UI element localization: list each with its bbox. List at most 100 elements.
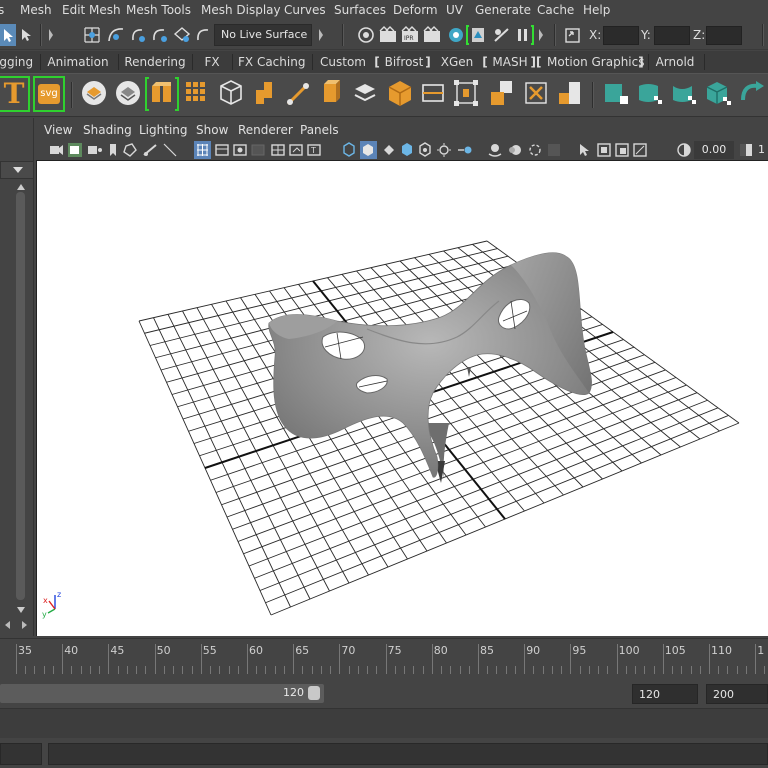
viewport-menu-lighting[interactable]: Lighting [139,123,188,137]
mash-signal-icon[interactable] [556,78,584,108]
timeline-minor-tick [505,666,507,674]
menu-item-help[interactable]: Help [583,3,610,17]
tab-mash[interactable]: MASH [492,53,528,73]
menu-item-uv[interactable]: UV [446,3,463,17]
menu-item-generate[interactable]: Generate [475,3,531,17]
y-coordinate-field[interactable] [654,26,690,45]
snap-to-grid-icon[interactable] [82,25,102,45]
select-tool-icon[interactable] [0,24,18,46]
mash-dynamics-icon[interactable] [318,78,344,108]
tab-motion-graphics[interactable]: Motion Graphics [547,53,645,73]
left-panel-scrollbar[interactable] [16,192,25,600]
mash-cube-icon[interactable] [218,78,244,108]
snap-to-view-plane-icon[interactable] [150,25,170,45]
xgen-create-icon[interactable] [602,78,630,108]
mash-curve-icon[interactable] [284,78,312,108]
tab-xgen[interactable]: XGen [440,53,474,73]
snap-to-curve-icon[interactable] [106,25,126,45]
sweep-mesh-icon[interactable] [114,78,142,108]
mash-random-icon[interactable] [522,78,550,108]
range-slider-handle[interactable] [308,686,320,700]
snap-to-point-icon[interactable] [128,25,148,45]
tab-custom[interactable]: Custom [318,53,368,73]
menu-item-cache[interactable]: Cache [537,3,574,17]
range-slider[interactable] [0,684,324,703]
command-language-button[interactable] [0,743,42,765]
tab-arnold[interactable]: Arnold [654,53,696,73]
timeline-tick-mark [570,644,572,674]
timeline-minor-tick [25,666,27,674]
chevron-down-icon[interactable] [12,166,24,174]
xgen-cube-icon[interactable] [704,78,732,108]
menu-item-curves[interactable]: Curves [284,3,326,17]
timeline-minor-tick [727,666,729,674]
animation-end-field[interactable]: 120 [632,684,698,704]
lasso-select-icon[interactable] [19,27,33,43]
viewport-isolate-toggles-icon[interactable] [576,141,666,159]
animation-max-field[interactable]: 200 [706,684,768,704]
text-tool-icon[interactable]: T [0,76,30,112]
command-input[interactable] [48,743,768,765]
xgen-interactive-icon[interactable] [738,78,768,108]
viewport-camera-tools-icon[interactable] [48,142,188,158]
svg-tool-button[interactable]: svg [33,76,65,112]
viewport-effects-toggles-icon[interactable] [486,141,572,159]
menu-item-mesh-display[interactable]: Mesh Display [201,3,281,17]
hypershade-icon[interactable] [446,25,466,45]
scroll-left-right-icon[interactable] [4,620,28,630]
viewport-menu-shading[interactable]: Shading [83,123,132,137]
mash-offset-icon[interactable] [488,78,516,108]
ipr-render-icon[interactable]: IPR [400,25,420,45]
tab-fx[interactable]: FX [198,53,226,73]
mash-flight-icon[interactable] [352,80,378,106]
xgen-sculpt-icon[interactable] [636,78,664,108]
render-settings-icon[interactable] [422,25,442,45]
xgen-groom-icon[interactable] [670,78,698,108]
menu-item-surfaces[interactable]: Surfaces [334,3,386,17]
tab-rendering[interactable]: Rendering [124,53,186,73]
viewport-menu-show[interactable]: Show [196,123,228,137]
arrow-collapse-icon[interactable] [318,27,324,43]
transform-input-icon[interactable] [564,25,582,45]
arnold-render-view-icon[interactable] [466,24,490,46]
menu-item-mesh-tools[interactable]: Mesh Tools [126,3,191,17]
arrow-collapse-icon[interactable] [48,27,54,43]
mash-bounding-icon[interactable] [452,78,480,108]
tab-bifrost[interactable]: Bifrost [384,53,424,73]
exposure-field[interactable]: 0.00 [694,141,734,159]
mash-distribute-icon[interactable] [184,80,210,106]
render-frame-icon[interactable] [378,25,398,45]
menu-item-edit-mesh[interactable]: Edit Mesh [62,3,121,17]
tab-fx-caching[interactable]: FX Caching [238,53,305,73]
arrow-collapse-icon[interactable] [538,27,544,43]
mash-points-icon[interactable] [420,80,446,106]
viewport-menu-view[interactable]: View [44,123,72,137]
tab-rigging[interactable]: igging [0,53,33,73]
gamma-field[interactable]: 1 [758,143,765,156]
menu-item-partial[interactable]: s [0,3,4,17]
scroll-up-icon[interactable] [16,183,26,191]
make-live-icon[interactable] [194,25,214,45]
live-surface-field[interactable]: No Live Surface [214,24,312,46]
pause-render-icon[interactable] [512,24,534,46]
tab-animation[interactable]: Animation [46,53,110,73]
exposure-icon[interactable] [676,142,692,158]
gamma-icon[interactable] [738,142,754,158]
arnold-lights-icon[interactable] [490,24,514,46]
mash-box-icon[interactable] [386,78,414,108]
x-coordinate-field[interactable] [603,26,639,45]
z-coordinate-field[interactable] [706,26,742,45]
mash-network-icon[interactable] [145,76,179,112]
snap-to-surface-icon[interactable] [172,25,192,45]
menu-item-deform[interactable]: Deform [393,3,438,17]
viewport-menu-renderer[interactable]: Renderer [238,123,293,137]
mash-replicator-icon[interactable] [252,80,278,106]
type-tool-icon[interactable] [80,78,108,108]
scroll-down-icon[interactable] [16,606,26,614]
viewport-menu-panels[interactable]: Panels [300,123,339,137]
viewport-shading-toggles-icon[interactable] [340,141,476,159]
render-view-icon[interactable] [356,25,376,45]
perspective-viewport[interactable]: z x y [36,160,768,636]
menu-item-mesh[interactable]: Mesh [20,3,52,17]
viewport-display-toggles-icon[interactable]: T [194,141,330,159]
